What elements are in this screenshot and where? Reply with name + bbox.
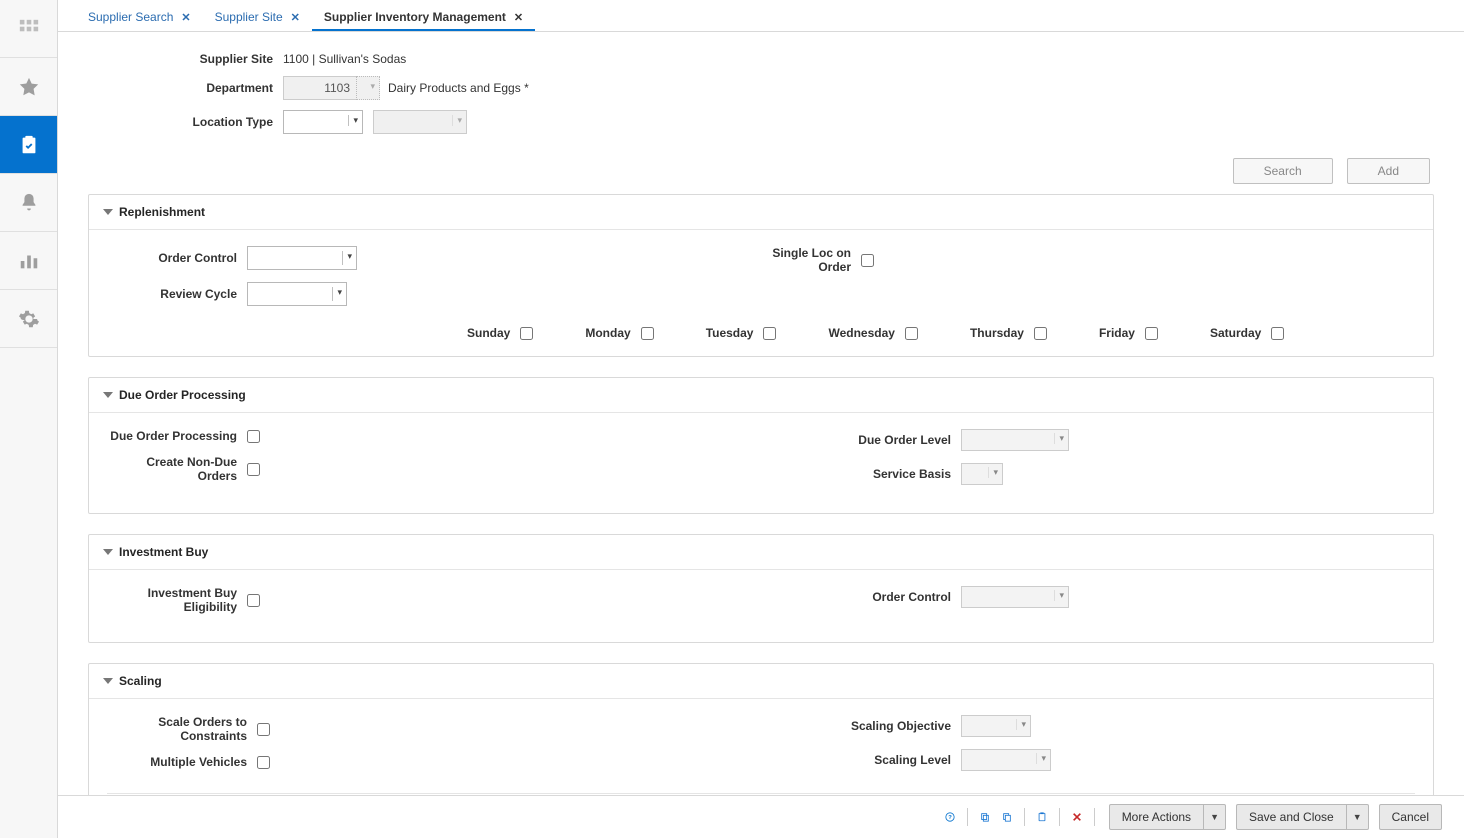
panel-replenishment: Replenishment Order Control Review Cycle xyxy=(88,194,1434,357)
label-thursday: Thursday xyxy=(970,326,1024,340)
single-loc-checkbox[interactable] xyxy=(861,254,874,267)
monday-checkbox[interactable] xyxy=(641,327,654,340)
label-service-basis: Service Basis xyxy=(761,467,961,481)
label-due-order-level: Due Order Level xyxy=(761,433,961,447)
label-monday: Monday xyxy=(585,326,630,340)
saturday-checkbox[interactable] xyxy=(1271,327,1284,340)
panel-title: Replenishment xyxy=(119,205,205,219)
apps-icon[interactable] xyxy=(0,0,57,58)
close-icon[interactable]: ✕ xyxy=(514,11,523,24)
scale-orders-checkbox[interactable] xyxy=(257,723,270,736)
star-icon[interactable] xyxy=(0,58,57,116)
panel-investment-buy: Investment Buy Investment Buy Eligibilit… xyxy=(88,534,1434,643)
tab-supplier-inventory-management[interactable]: Supplier Inventory Management ✕ xyxy=(312,2,535,31)
delete-icon[interactable] xyxy=(1068,808,1086,826)
panel-title: Scaling xyxy=(119,674,162,688)
svg-text:?: ? xyxy=(948,815,952,821)
label-multiple-vehicles: Multiple Vehicles xyxy=(107,755,257,769)
review-cycle-select[interactable] xyxy=(247,282,347,306)
service-basis-select[interactable] xyxy=(961,463,1003,485)
close-icon[interactable]: ✕ xyxy=(181,11,190,24)
help-icon[interactable]: ? xyxy=(941,808,959,826)
sunday-checkbox[interactable] xyxy=(520,327,533,340)
collapse-icon[interactable] xyxy=(103,678,113,684)
label-department: Department xyxy=(108,81,283,95)
search-button[interactable]: Search xyxy=(1233,158,1333,184)
tab-label: Supplier Inventory Management xyxy=(324,10,506,24)
label-create-non-due: Create Non-Due Orders xyxy=(107,455,247,483)
copy-icon[interactable] xyxy=(998,808,1016,826)
clipboard-icon[interactable] xyxy=(0,116,57,174)
bell-icon[interactable] xyxy=(0,174,57,232)
inv-order-control-select[interactable] xyxy=(961,586,1069,608)
tab-supplier-site[interactable]: Supplier Site ✕ xyxy=(203,2,312,31)
due-order-level-select[interactable] xyxy=(961,429,1069,451)
scaling-level-select[interactable] xyxy=(961,749,1051,771)
close-icon[interactable]: ✕ xyxy=(291,11,300,24)
tab-label: Supplier Site xyxy=(215,10,283,24)
label-review-cycle: Review Cycle xyxy=(107,287,247,301)
collapse-icon[interactable] xyxy=(103,549,113,555)
attach-icon[interactable] xyxy=(976,808,994,826)
collapse-icon[interactable] xyxy=(103,209,113,215)
label-due-order-processing: Due Order Processing xyxy=(107,429,247,443)
create-non-due-checkbox[interactable] xyxy=(247,463,260,476)
paste-icon[interactable] xyxy=(1033,808,1051,826)
multiple-vehicles-checkbox[interactable] xyxy=(257,756,270,769)
panel-title: Due Order Processing xyxy=(119,388,246,402)
thursday-checkbox[interactable] xyxy=(1034,327,1047,340)
chart-icon[interactable] xyxy=(0,232,57,290)
tab-supplier-search[interactable]: Supplier Search ✕ xyxy=(76,2,203,31)
filter-form: Supplier Site 1100 | Sullivan's Sodas De… xyxy=(88,32,1434,158)
label-scale-orders: Scale Orders to Constraints xyxy=(107,715,257,743)
order-control-select[interactable] xyxy=(247,246,357,270)
panel-due-order-processing: Due Order Processing Due Order Processin… xyxy=(88,377,1434,514)
tab-bar: Supplier Search ✕ Supplier Site ✕ Suppli… xyxy=(58,0,1464,32)
label-scaling-level: Scaling Level xyxy=(761,753,961,767)
tuesday-checkbox[interactable] xyxy=(763,327,776,340)
gear-icon[interactable] xyxy=(0,290,57,348)
label-friday: Friday xyxy=(1099,326,1135,340)
label-single-loc: Single Loc on Order xyxy=(761,246,861,274)
value-supplier-site: 1100 | Sullivan's Sodas xyxy=(283,52,406,66)
add-button[interactable]: Add xyxy=(1347,158,1430,184)
label-order-control: Order Control xyxy=(107,251,247,265)
cancel-button[interactable]: Cancel xyxy=(1379,804,1442,830)
more-actions-button[interactable]: More Actions xyxy=(1109,804,1204,830)
location-lov[interactable] xyxy=(373,110,467,134)
collapse-icon[interactable] xyxy=(103,392,113,398)
label-investment-buy-eligibility: Investment Buy Eligibility xyxy=(107,586,247,614)
label-sunday: Sunday xyxy=(467,326,510,340)
label-tuesday: Tuesday xyxy=(706,326,754,340)
due-order-processing-checkbox[interactable] xyxy=(247,430,260,443)
label-supplier-site: Supplier Site xyxy=(108,52,283,66)
footer-bar: ? More Actions ▼ Save and Cl xyxy=(58,795,1464,838)
investment-buy-eligibility-checkbox[interactable] xyxy=(247,594,260,607)
department-description: Dairy Products and Eggs * xyxy=(388,81,529,95)
department-input[interactable]: 1103 xyxy=(283,76,357,100)
department-lov[interactable] xyxy=(356,76,380,100)
more-actions-caret[interactable]: ▼ xyxy=(1204,804,1226,830)
save-and-close-button[interactable]: Save and Close xyxy=(1236,804,1347,830)
tab-label: Supplier Search xyxy=(88,10,173,24)
wednesday-checkbox[interactable] xyxy=(905,327,918,340)
panel-title: Investment Buy xyxy=(119,545,208,559)
save-caret[interactable]: ▼ xyxy=(1347,804,1369,830)
location-type-select[interactable] xyxy=(283,110,363,134)
label-scaling-objective: Scaling Objective xyxy=(761,719,961,733)
scaling-objective-select[interactable] xyxy=(961,715,1031,737)
friday-checkbox[interactable] xyxy=(1145,327,1158,340)
label-saturday: Saturday xyxy=(1210,326,1261,340)
label-wednesday: Wednesday xyxy=(828,326,894,340)
left-nav xyxy=(0,0,58,838)
label-location-type: Location Type xyxy=(108,115,283,129)
label-inv-order-control: Order Control xyxy=(761,590,961,604)
